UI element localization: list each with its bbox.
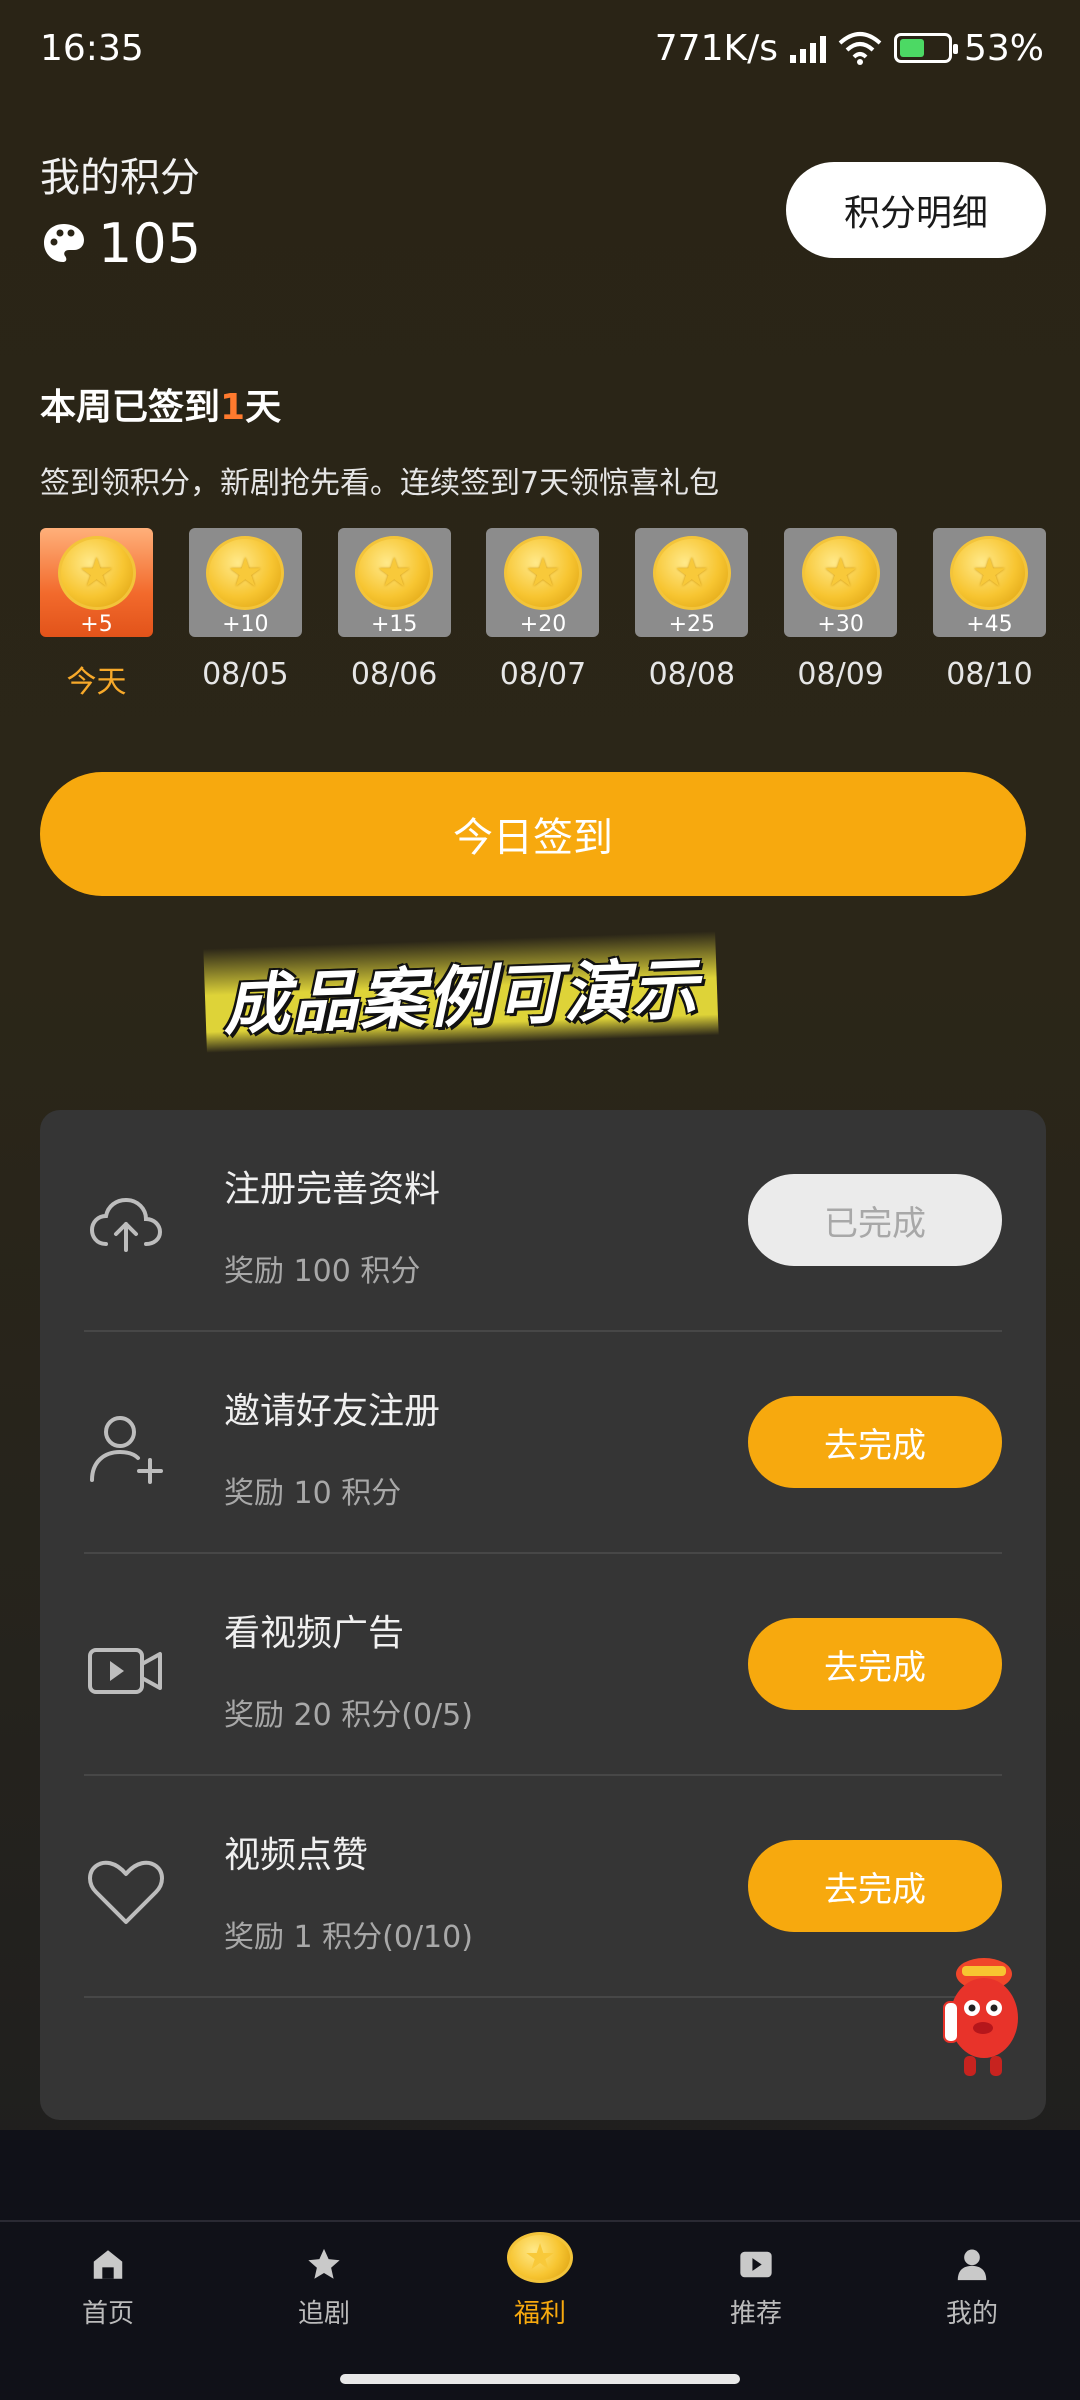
coin-icon: ★ [507,2232,573,2283]
tab-profile[interactable]: 我的 [892,2222,1052,2330]
checkin-days-count: 1 [220,387,246,428]
day-reward: +30 [817,612,864,637]
day-date: 08/10 [946,657,1033,692]
task-item: 邀请好友注册 奖励 10 积分 去完成 [84,1332,1002,1554]
checkin-day[interactable]: ★ +20 08/07 [486,528,600,701]
day-card-today[interactable]: ★ +5 [40,528,153,637]
task-reward: 奖励 20 积分(0/5) [224,1698,473,1733]
task-reward: 奖励 1 积分(0/10) [224,1920,473,1955]
status-indicators: 771K/s 53% [655,28,1044,69]
points-label: 我的积分 [40,155,200,201]
checkin-day[interactable]: ★ +10 08/05 [188,528,302,701]
coin-icon: ★ [503,536,582,610]
task-title: 注册完善资料 [224,1169,441,1210]
points-value: 105 [98,212,202,275]
task-title: 视频点赞 [224,1835,369,1876]
checkin-day[interactable]: ★ +25 08/08 [635,528,749,701]
tab-welfare[interactable]: ★ 福利 [460,2222,620,2330]
star-icon [308,2248,340,2279]
day-date: 08/07 [499,657,587,692]
day-reward: +5 [80,612,113,637]
heart-icon [88,1860,164,1924]
day-card[interactable]: ★ +20 [486,528,600,637]
day-reward: +15 [370,612,418,637]
day-date: 今天 [66,665,127,700]
day-reward: +10 [222,612,269,637]
day-card[interactable]: ★ +10 [188,528,302,637]
day-card[interactable]: ★ +30 [784,528,898,637]
task-reward: 奖励 10 积分 [224,1476,402,1511]
day-date: 08/05 [202,657,289,692]
day-date: 08/09 [797,657,884,692]
add-user-icon [90,1416,163,1484]
coin-icon: ★ [206,536,285,610]
tab-label: 推荐 [729,2299,782,2329]
tab-recommend[interactable]: 推荐 [676,2222,836,2330]
task-list: 注册完善资料 奖励 100 积分 已完成 邀请好友注册 奖励 10 积分 去完成… [40,1110,1046,2120]
coin-icon: ★ [950,536,1029,610]
tab-label: 追剧 [297,2299,350,2329]
day-reward: +45 [966,612,1013,637]
home-indicator[interactable] [340,2374,740,2384]
battery-level: 53% [963,27,1044,69]
task-item: 看视频广告 奖励 20 积分(0/5) 去完成 [84,1554,1002,1776]
task-title: 邀请好友注册 [224,1391,441,1432]
task-reward: 奖励 100 积分 [224,1254,421,1289]
points-balance: 105 [40,212,201,275]
coin-icon: ★ [57,536,136,610]
play-icon [740,2251,772,2278]
day-reward: +25 [668,612,716,637]
checkin-day[interactable]: ★ +15 08/06 [337,528,451,701]
tab-home[interactable]: 首页 [28,2222,188,2330]
task-completed-button[interactable]: 已完成 [748,1174,1002,1266]
checkin-day[interactable]: ★ +5 今天 [40,528,153,701]
checkin-subtitle: 签到领积分，新剧抢先看。连续签到7天领惊喜礼包 [40,466,720,501]
task-go-button[interactable]: 去完成 [748,1618,1002,1710]
bottom-tab-bar: 首页 追剧 ★ 福利 推荐 我的 [0,2220,1080,2330]
task-item: 注册完善资料 奖励 100 积分 已完成 [84,1110,1002,1332]
coin-icon: ★ [652,536,731,610]
status-time: 16:35 [40,27,144,69]
tab-follow[interactable]: 追剧 [244,2222,404,2330]
wifi-icon [838,32,882,65]
day-date: 08/06 [350,657,438,692]
day-card[interactable]: ★ +15 [337,528,451,637]
status-bar: 16:35 771K/s 53% [0,0,1080,96]
day-card[interactable]: ★ +45 [932,528,1046,637]
checkin-day[interactable]: ★ +30 08/09 [784,528,898,701]
points-detail-button[interactable]: 积分明细 [786,162,1046,258]
video-icon [88,1648,162,1694]
tab-label: 我的 [945,2299,998,2329]
signal-icon [789,33,826,63]
palette-icon [44,223,84,262]
battery-icon [893,33,958,63]
day-date: 08/08 [648,657,736,692]
profile-icon [957,2249,987,2281]
coin-icon: ★ [355,536,434,610]
tab-label: 首页 [81,2299,134,2329]
checkin-days: ★ +5 今天 ★ +10 08/05 ★ +15 08/06 ★ +20 08… [40,528,1046,701]
day-card[interactable]: ★ +25 [635,528,749,637]
checkin-button[interactable]: 今日签到 [40,772,1026,896]
watermark-caption: 成品案例可演示 [203,931,719,1053]
tab-label: 福利 [513,2299,566,2329]
task-title: 看视频广告 [224,1613,405,1654]
task-go-button[interactable]: 去完成 [748,1396,1002,1488]
floating-mascot-icon[interactable] [932,1952,1032,2082]
cloud-upload-icon [89,1197,163,1252]
network-speed: 771K/s [654,27,778,69]
coin-icon: ★ [801,536,880,610]
day-reward: +20 [519,612,567,637]
weekly-checkin-title: 本周已签到1天 [40,387,282,428]
home-icon [93,2250,123,2279]
task-go-button[interactable]: 去完成 [748,1840,1002,1932]
checkin-day[interactable]: ★ +45 08/10 [932,528,1046,701]
task-item: 视频点赞 奖励 1 积分(0/10) 去完成 [84,1776,1002,1998]
